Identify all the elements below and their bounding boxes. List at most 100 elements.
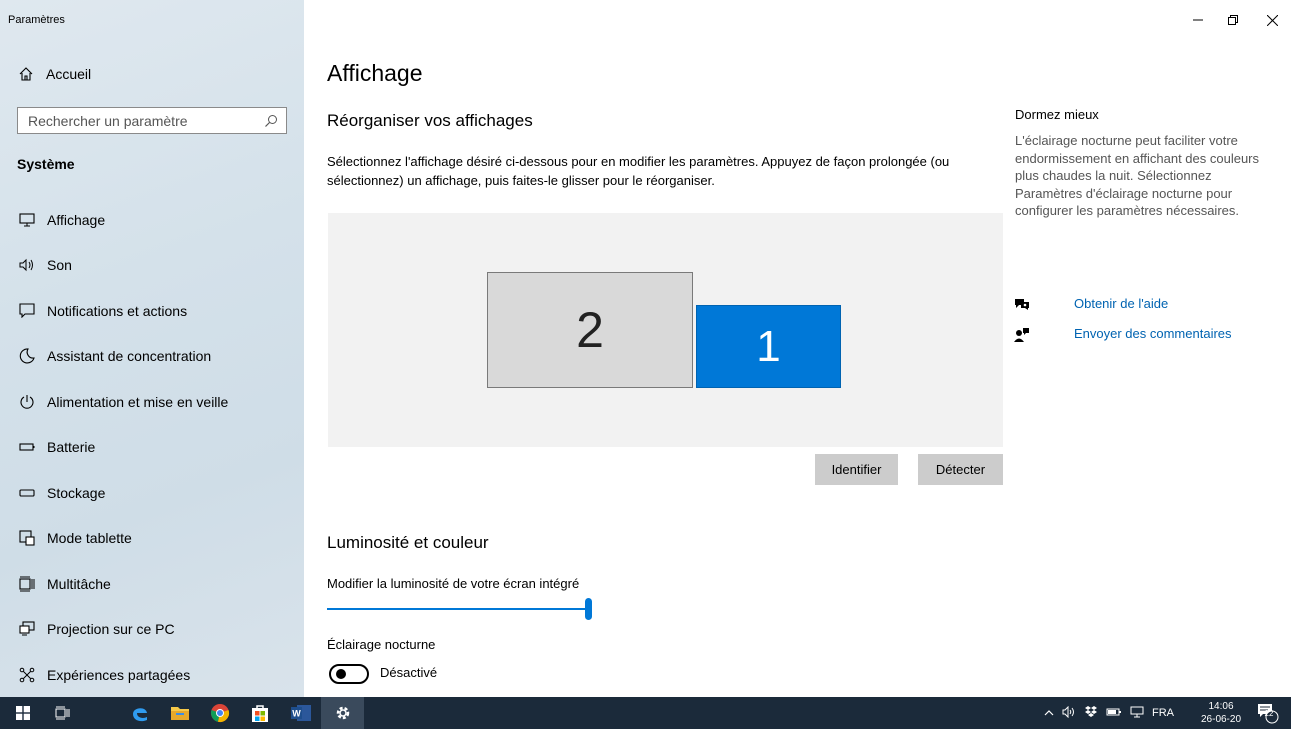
app-title: Paramètres xyxy=(8,14,65,26)
detect-button[interactable]: Détecter xyxy=(918,454,1003,485)
battery-icon xyxy=(18,438,36,456)
sidebar-item-projection[interactable]: Projection sur ce PC xyxy=(0,607,304,653)
system-tray: FRA xyxy=(1044,697,1174,729)
night-light-state: Désactivé xyxy=(380,665,438,680)
sidebar-item-mode-tablette[interactable]: Mode tablette xyxy=(0,516,304,562)
feedback-link-container[interactable]: Envoyer des commentaires xyxy=(1014,326,1232,342)
language-indicator[interactable]: FRA xyxy=(1152,707,1174,719)
clock[interactable]: 14:06 26-06-20 xyxy=(1195,697,1247,729)
sidebar-item-label: Affichage xyxy=(47,211,106,228)
tablet-icon xyxy=(18,529,36,547)
help-link-container[interactable]: Obtenir de l'aide xyxy=(1015,296,1168,311)
night-light-toggle[interactable] xyxy=(329,664,369,684)
multitask-icon xyxy=(18,575,36,593)
sidebar-item-label: Son xyxy=(47,257,72,274)
storage-icon xyxy=(18,484,36,502)
search-input[interactable]: Rechercher un paramètre xyxy=(17,107,287,134)
page-title: Affichage xyxy=(327,60,423,86)
slider-track xyxy=(327,608,589,610)
task-view-icon xyxy=(55,706,70,720)
sidebar-item-affichage[interactable]: Affichage xyxy=(0,197,304,243)
sidebar-item-stockage[interactable]: Stockage xyxy=(0,470,304,516)
notification-icon xyxy=(18,302,36,320)
display-arrangement-area[interactable]: 2 1 xyxy=(328,213,1003,447)
restore-button[interactable] xyxy=(1221,10,1245,30)
time: 14:06 xyxy=(1208,701,1234,712)
rearrange-heading: Réorganiser vos affichages xyxy=(327,111,533,130)
sidebar-item-label: Projection sur ce PC xyxy=(47,621,175,638)
brightness-label: Modifier la luminosité de votre écran in… xyxy=(327,576,580,591)
date: 26-06-20 xyxy=(1200,714,1242,725)
moon-icon xyxy=(18,347,36,365)
sidebar: Paramètres Accueil Rechercher un paramèt… xyxy=(0,0,304,697)
home-link[interactable]: Accueil xyxy=(18,64,91,84)
chrome-icon xyxy=(210,704,230,723)
volume-icon[interactable] xyxy=(1062,705,1076,721)
sidebar-item-son[interactable]: Son xyxy=(0,243,304,289)
sidebar-item-concentration[interactable]: Assistant de concentration xyxy=(0,334,304,380)
slider-thumb[interactable] xyxy=(585,598,592,620)
taskbar: W FRA 14:06 26-06-20 22 xyxy=(0,697,1291,729)
store-icon xyxy=(252,705,268,722)
network-icon[interactable] xyxy=(1130,706,1144,721)
edge-browser-button[interactable] xyxy=(123,697,157,729)
sidebar-item-label: Stockage xyxy=(47,484,106,501)
aside-text: L'éclairage nocturne peut faciliter votr… xyxy=(1015,133,1260,218)
store-button[interactable] xyxy=(243,697,277,729)
folder-icon xyxy=(171,707,189,720)
identify-button[interactable]: Identifier xyxy=(815,454,898,485)
feedback-icon xyxy=(1014,328,1029,342)
restore-icon xyxy=(1228,15,1238,25)
file-explorer-button[interactable] xyxy=(163,697,197,729)
chevron-up-icon[interactable] xyxy=(1044,707,1054,719)
shared-icon xyxy=(18,666,36,684)
word-button[interactable]: W xyxy=(284,697,318,729)
action-center-button[interactable]: 22 xyxy=(1253,697,1283,729)
close-icon xyxy=(1266,14,1278,26)
display-1[interactable]: 1 xyxy=(696,305,841,388)
monitor-icon xyxy=(18,211,36,229)
dropbox-icon[interactable] xyxy=(1084,705,1098,721)
minimize-icon xyxy=(1193,19,1203,21)
brightness-heading: Luminosité et couleur xyxy=(327,533,489,552)
night-light-label: Éclairage nocturne xyxy=(327,637,436,652)
svg-text:W: W xyxy=(292,709,301,719)
display-2[interactable]: 2 xyxy=(487,272,693,388)
sidebar-item-batterie[interactable]: Batterie xyxy=(0,425,304,471)
close-button[interactable] xyxy=(1260,10,1284,30)
edge-icon xyxy=(133,708,147,722)
help-link[interactable]: Obtenir de l'aide xyxy=(1074,296,1168,311)
task-view-button[interactable] xyxy=(48,697,78,729)
word-icon: W xyxy=(291,705,311,721)
sidebar-item-label: Expériences partagées xyxy=(47,666,191,683)
rearrange-description: Sélectionnez l'affichage désiré ci-desso… xyxy=(327,154,950,188)
feedback-link[interactable]: Envoyer des commentaires xyxy=(1074,326,1232,341)
sidebar-item-label: Mode tablette xyxy=(47,530,132,547)
sidebar-item-label: Assistant de concentration xyxy=(47,348,212,365)
start-button[interactable] xyxy=(8,697,38,729)
home-icon xyxy=(19,67,33,81)
brightness-slider[interactable] xyxy=(327,597,593,621)
sidebar-item-label: Alimentation et mise en veille xyxy=(47,393,229,410)
help-icon xyxy=(1015,299,1029,310)
battery-tray-icon[interactable] xyxy=(1106,707,1122,720)
chrome-button[interactable] xyxy=(203,697,237,729)
search-icon xyxy=(265,114,277,127)
section-label: Système xyxy=(17,156,75,172)
windows-logo-icon xyxy=(16,706,30,720)
toggle-knob xyxy=(336,669,346,679)
display-2-number: 2 xyxy=(576,302,604,358)
minimize-button[interactable] xyxy=(1186,10,1210,30)
sidebar-item-experiences-partagees[interactable]: Expériences partagées xyxy=(0,652,304,698)
sidebar-item-label: Batterie xyxy=(47,439,96,456)
notification-count-badge: 22 xyxy=(1264,709,1274,718)
sidebar-item-label: Multitâche xyxy=(47,575,111,592)
home-label: Accueil xyxy=(46,66,92,82)
projection-icon xyxy=(18,620,36,638)
sidebar-nav: Affichage Son Notifications et actions A… xyxy=(0,197,304,698)
sidebar-item-alimentation[interactable]: Alimentation et mise en veille xyxy=(0,379,304,425)
settings-app-button[interactable] xyxy=(326,697,360,729)
sidebar-item-multitache[interactable]: Multitâche xyxy=(0,561,304,607)
sidebar-item-notifications[interactable]: Notifications et actions xyxy=(0,288,304,334)
speaker-icon xyxy=(18,256,36,274)
